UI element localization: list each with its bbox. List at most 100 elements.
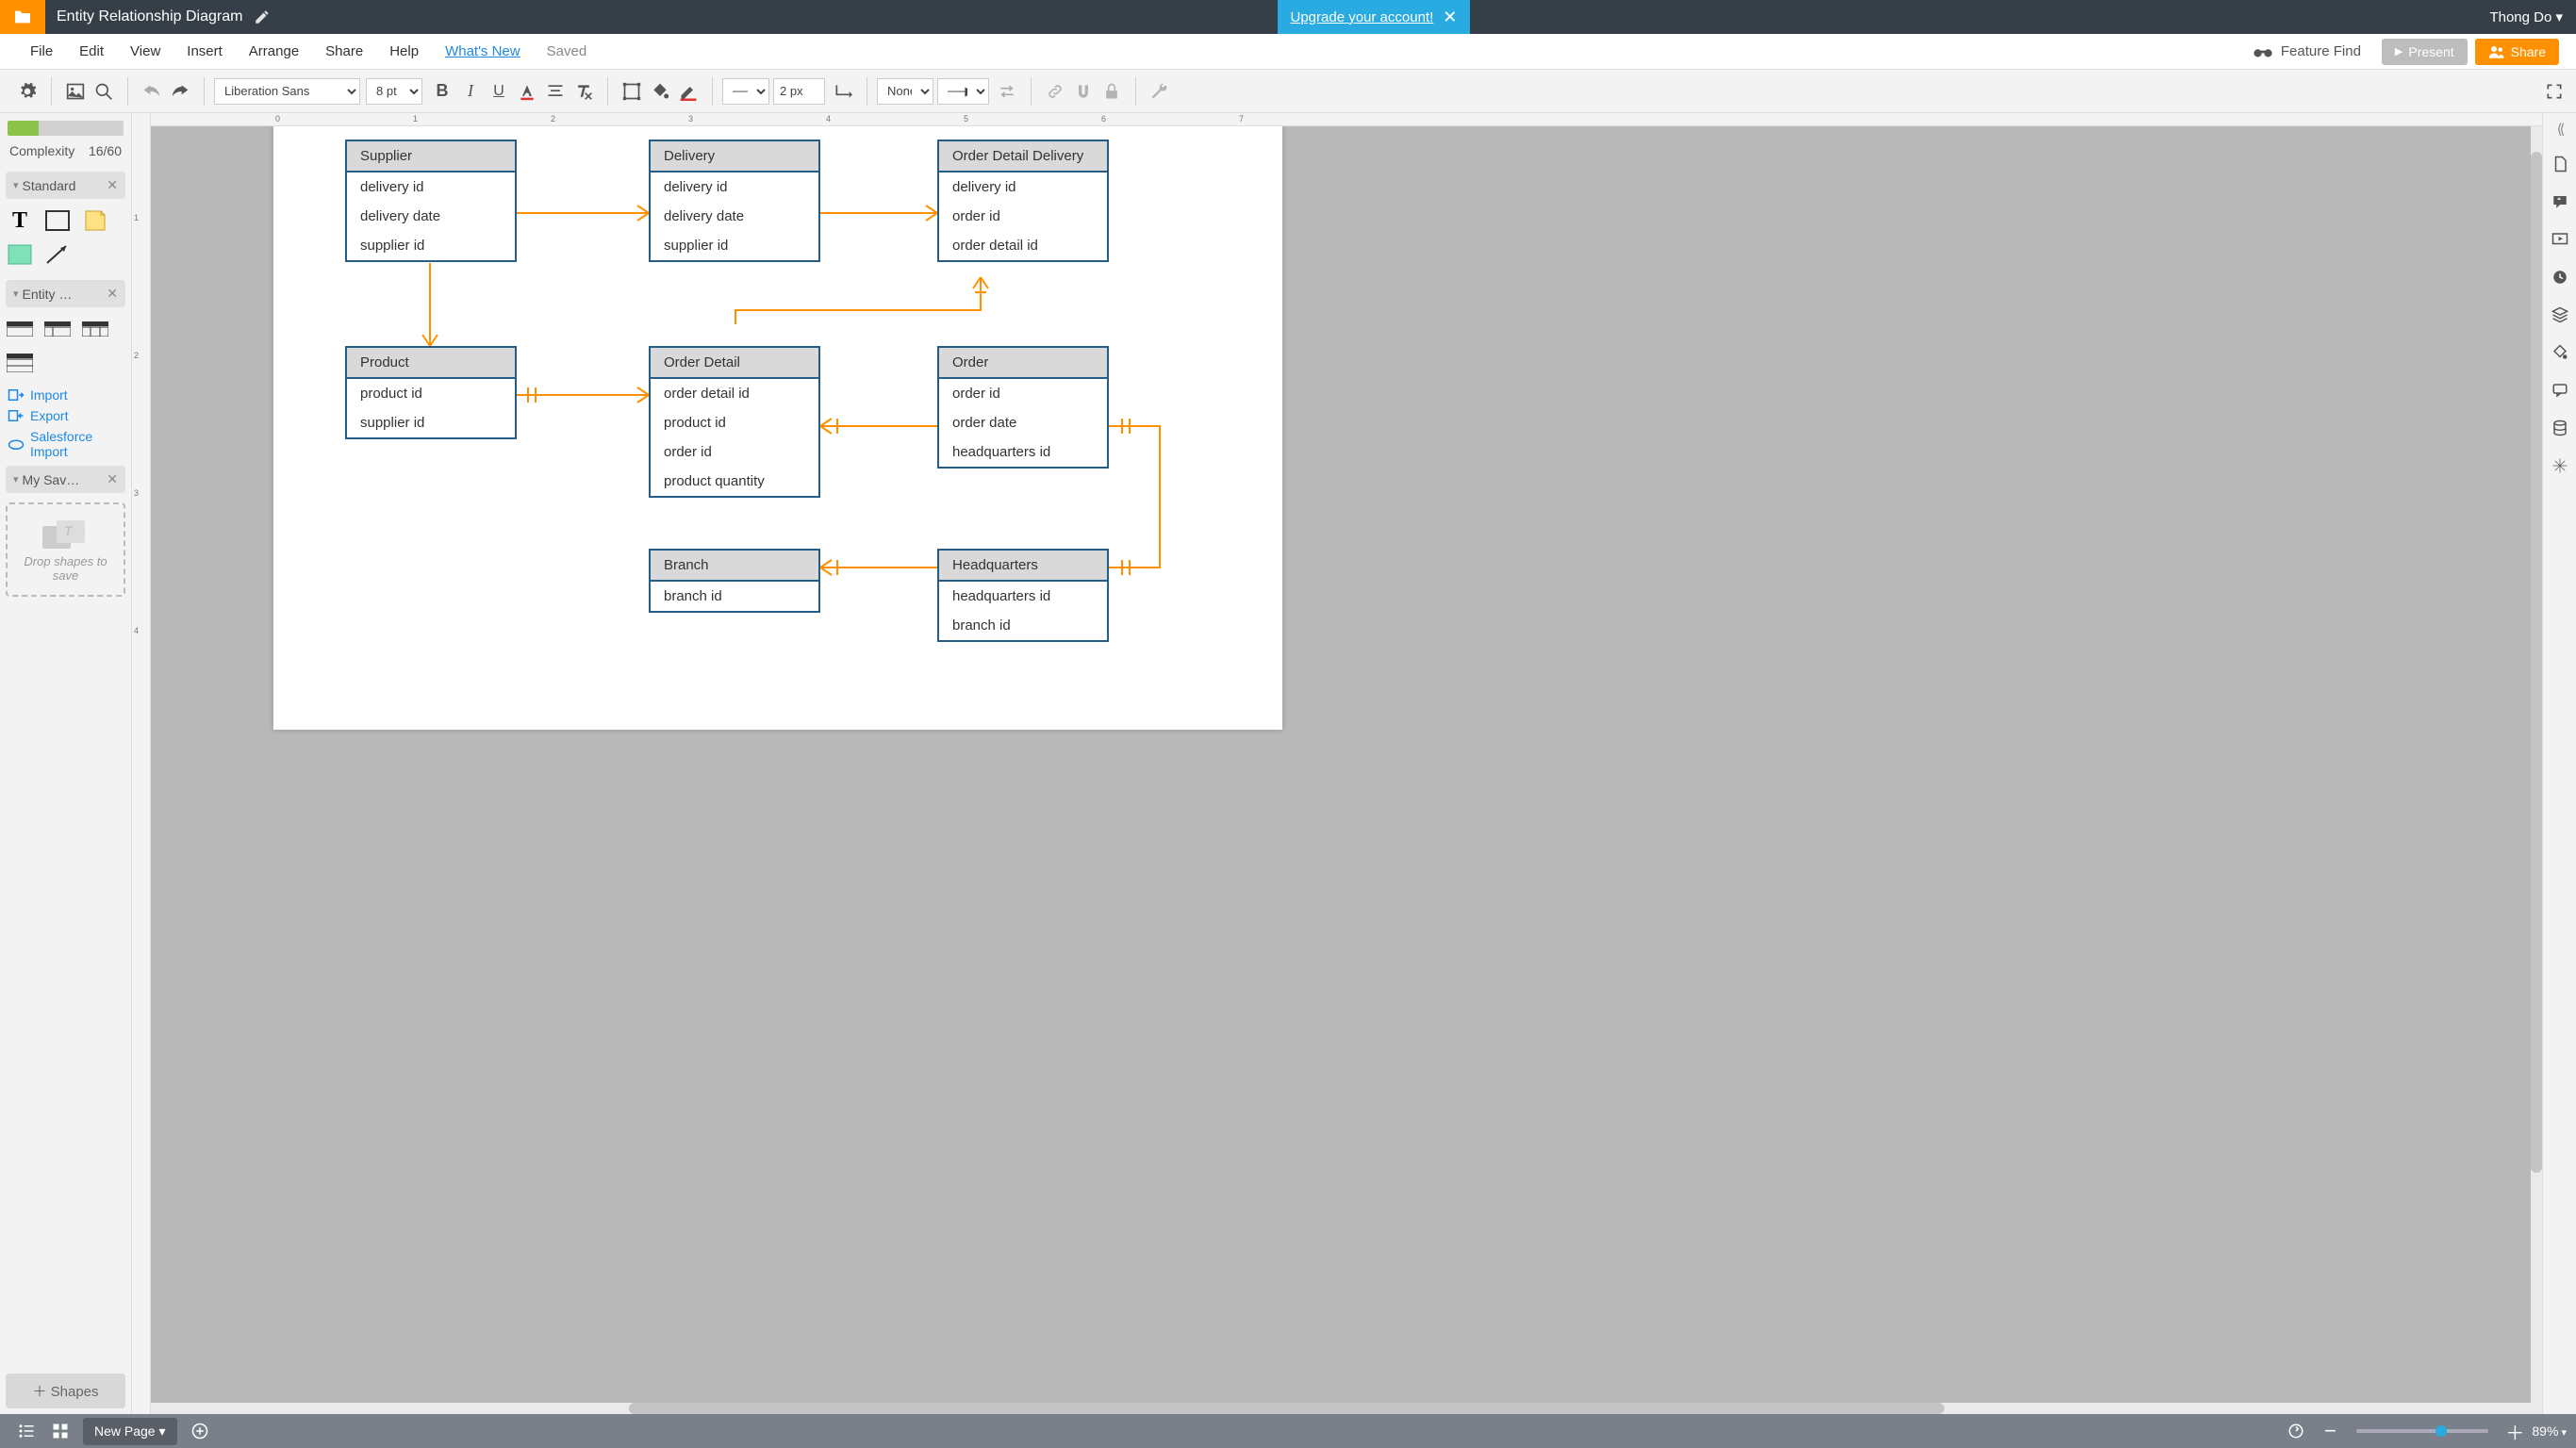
- zoom-out-icon[interactable]: −: [2317, 1418, 2343, 1444]
- menu-file[interactable]: File: [17, 43, 66, 59]
- category-entity[interactable]: Entity … ✕: [6, 280, 125, 307]
- document-title[interactable]: Entity Relationship Diagram: [45, 8, 254, 25]
- entity-supplier[interactable]: Supplier delivery id delivery date suppl…: [345, 140, 517, 262]
- entity-order-detail-delivery[interactable]: Order Detail Delivery delivery id order …: [937, 140, 1109, 262]
- erd-shape-4[interactable]: [6, 351, 34, 375]
- lock-icon[interactable]: [1098, 77, 1126, 106]
- line-start-select[interactable]: None: [877, 78, 933, 105]
- note-shape[interactable]: [81, 208, 109, 233]
- erd-shape-3[interactable]: [81, 317, 109, 341]
- settings-icon[interactable]: [13, 77, 41, 106]
- grid-view-icon[interactable]: [47, 1418, 74, 1444]
- block-shape[interactable]: [6, 242, 34, 267]
- canvas[interactable]: Supplier delivery id delivery date suppl…: [273, 126, 1282, 730]
- page-icon[interactable]: [2547, 151, 2573, 177]
- shapes-button[interactable]: Shapes: [6, 1374, 125, 1408]
- menu-edit[interactable]: Edit: [66, 43, 117, 59]
- entity-attr: order id: [939, 202, 1107, 231]
- magnet-icon[interactable]: [1069, 77, 1098, 106]
- category-standard[interactable]: Standard ✕: [6, 172, 125, 199]
- canvas-area[interactable]: 0 1 2 3 4 5 6 7: [151, 113, 2542, 1414]
- menu-share[interactable]: Share: [312, 43, 376, 59]
- share-button[interactable]: Share: [2475, 39, 2559, 65]
- upgrade-link[interactable]: Upgrade your account!: [1291, 9, 1434, 25]
- layers-icon[interactable]: [2547, 302, 2573, 328]
- clear-format-icon[interactable]: [570, 77, 598, 106]
- import-link[interactable]: Import: [6, 385, 125, 405]
- text-shape[interactable]: T: [6, 208, 34, 233]
- app-header: Entity Relationship Diagram Upgrade your…: [0, 0, 2576, 34]
- erd-shape-1[interactable]: [6, 317, 34, 341]
- menu-help[interactable]: Help: [376, 43, 432, 59]
- bold-icon[interactable]: B: [428, 77, 456, 106]
- add-page-icon[interactable]: [187, 1418, 213, 1444]
- close-icon[interactable]: ✕: [107, 471, 118, 487]
- close-icon[interactable]: ✕: [1443, 8, 1457, 27]
- menu-insert[interactable]: Insert: [173, 43, 236, 59]
- entity-delivery[interactable]: Delivery delivery id delivery date suppl…: [649, 140, 820, 262]
- menu-view[interactable]: View: [117, 43, 173, 59]
- wrench-icon[interactable]: [1146, 77, 1174, 106]
- text-color-icon[interactable]: [513, 77, 541, 106]
- present-panel-icon[interactable]: [2547, 226, 2573, 253]
- shape-frame-icon[interactable]: [618, 77, 646, 106]
- image-icon[interactable]: [61, 77, 90, 106]
- alignment-icon[interactable]: [541, 77, 570, 106]
- menu-arrange[interactable]: Arrange: [236, 43, 312, 59]
- data-icon[interactable]: [2547, 415, 2573, 441]
- entity-headquarters[interactable]: Headquarters headquarters id branch id: [937, 549, 1109, 642]
- line-style-select[interactable]: ───: [722, 78, 769, 105]
- entity-product[interactable]: Product product id supplier id: [345, 346, 517, 439]
- export-link[interactable]: Export: [6, 405, 125, 426]
- comment-icon[interactable]: ❝: [2547, 189, 2573, 215]
- italic-icon[interactable]: I: [456, 77, 485, 106]
- entity-order-detail[interactable]: Order Detail order detail id product id …: [649, 346, 820, 498]
- present-button[interactable]: Present: [2382, 39, 2468, 65]
- vertical-scrollbar[interactable]: [2531, 126, 2542, 1403]
- underline-icon[interactable]: U: [485, 77, 513, 106]
- arrow-shape[interactable]: [43, 242, 72, 267]
- fullscreen-icon[interactable]: [2540, 77, 2568, 106]
- salesforce-import-link[interactable]: Salesforce Import: [6, 426, 125, 462]
- line-corner-icon[interactable]: [829, 77, 857, 106]
- user-menu[interactable]: Thong Do: [2476, 8, 2576, 25]
- complexity-bar: [8, 121, 124, 136]
- saved-shapes-dropzone[interactable]: T Drop shapes to save: [6, 502, 125, 597]
- category-standard-label: Standard: [23, 178, 76, 193]
- close-icon[interactable]: ✕: [107, 286, 118, 302]
- navigator-icon[interactable]: [2547, 452, 2573, 479]
- menu-whats-new[interactable]: What's New: [432, 43, 534, 59]
- feature-find-button[interactable]: Feature Find: [2239, 43, 2374, 59]
- erd-shape-2[interactable]: [43, 317, 72, 341]
- chat-icon[interactable]: [2547, 377, 2573, 403]
- line-width-input[interactable]: [773, 78, 825, 105]
- border-color-icon[interactable]: [674, 77, 702, 106]
- entity-attr: delivery id: [347, 173, 515, 202]
- theme-icon[interactable]: [2547, 339, 2573, 366]
- close-icon[interactable]: ✕: [107, 177, 118, 193]
- page-tab[interactable]: New Page: [83, 1418, 177, 1445]
- entity-branch[interactable]: Branch branch id: [649, 549, 820, 613]
- outline-icon[interactable]: [13, 1418, 40, 1444]
- swap-ends-icon[interactable]: [993, 77, 1021, 106]
- zoom-level[interactable]: 89%: [2532, 1423, 2567, 1439]
- zoom-slider[interactable]: [2356, 1429, 2488, 1433]
- redo-icon[interactable]: [166, 77, 194, 106]
- folder-icon[interactable]: [0, 0, 45, 34]
- sync-icon[interactable]: [2283, 1418, 2309, 1444]
- entity-order[interactable]: Order order id order date headquarters i…: [937, 346, 1109, 469]
- rename-icon[interactable]: [254, 8, 271, 25]
- font-size-select[interactable]: 8 pt: [366, 78, 422, 105]
- zoom-in-icon[interactable]: ＋: [2502, 1418, 2528, 1444]
- history-icon[interactable]: [2547, 264, 2573, 290]
- link-icon[interactable]: [1041, 77, 1069, 106]
- collapse-dock-icon[interactable]: ⟨⟨: [2557, 121, 2563, 138]
- font-family-select[interactable]: Liberation Sans: [214, 78, 360, 105]
- fill-icon[interactable]: [646, 77, 674, 106]
- undo-icon[interactable]: [138, 77, 166, 106]
- category-saved[interactable]: My Sav… ✕: [6, 466, 125, 493]
- search-icon[interactable]: [90, 77, 118, 106]
- rect-shape[interactable]: [43, 208, 72, 233]
- horizontal-scrollbar[interactable]: [151, 1403, 2542, 1414]
- line-end-select[interactable]: ──▶: [937, 78, 989, 105]
